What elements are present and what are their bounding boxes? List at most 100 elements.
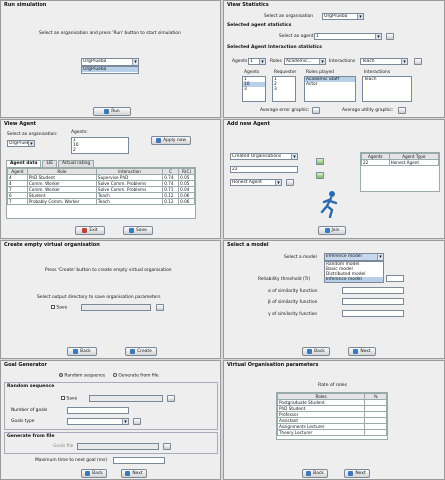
va-agents-list[interactable]: 1 10 2: [71, 137, 129, 154]
run-button[interactable]: Run: [93, 107, 131, 116]
goals-file-browse-button[interactable]: [163, 443, 171, 450]
alpha-label: α of similarity function: [268, 289, 318, 294]
next-button[interactable]: Next: [344, 469, 370, 478]
max-time-field[interactable]: [113, 457, 165, 464]
panel-title: Virtual Organisation parameters: [227, 362, 319, 368]
table-row[interactable]: 6 Student Teach 0.12 0.06: [7, 192, 195, 199]
random-sequence-radio[interactable]: Random sequence: [59, 373, 105, 379]
table-row[interactable]: 4 PhD Student Supervise PhD 0.74 0.05: [7, 174, 195, 181]
table-row[interactable]: 4 Comm. Worker Solve Comm. Problems 0.74 0.0…: [7, 180, 195, 187]
tab-lie[interactable]: LIE: [42, 160, 57, 167]
checkbox-box[interactable]: [51, 305, 55, 309]
agent-type-select[interactable]: Honest Agent: [230, 179, 282, 186]
radio-label: Generate from file: [118, 373, 159, 379]
beta-field[interactable]: [342, 298, 404, 305]
agents-filter-label: Agents: [232, 59, 248, 64]
save-button[interactable]: Save: [123, 226, 153, 235]
average-utility-button[interactable]: [398, 107, 406, 114]
table-row[interactable]: 7 Probably Comm. Worker Teach 0.12 0.06: [7, 198, 195, 205]
remove-arrow-button[interactable]: [316, 172, 324, 179]
checkbox-box[interactable]: [61, 396, 65, 400]
cell[interactable]: [364, 429, 387, 436]
interactions-list[interactable]: Teach: [362, 76, 412, 102]
back-label: Back: [80, 349, 91, 354]
browse-dir-button[interactable]: [156, 304, 164, 311]
output-dir-field[interactable]: [81, 304, 151, 311]
cell: Probably Comm. Worker: [26, 198, 97, 205]
model-select[interactable]: Inference model: [324, 253, 384, 261]
goal-save-checkbox[interactable]: Save: [61, 396, 77, 402]
join-label: Join: [331, 228, 340, 233]
alpha-field[interactable]: [342, 287, 404, 294]
goal-save-path-field[interactable]: [89, 395, 163, 402]
add-arrow-button[interactable]: [316, 158, 324, 165]
from-file-radio[interactable]: Generate from file: [113, 373, 159, 379]
agent-chart-button[interactable]: [386, 33, 394, 40]
stats-organisation-select[interactable]: OrgPrueba: [322, 13, 364, 20]
next-arrow-icon: [348, 471, 354, 476]
va-organisation-select[interactable]: OrgPrueba: [7, 140, 35, 147]
list-item[interactable]: Teach: [363, 77, 411, 82]
agent-count-field[interactable]: 22: [230, 166, 298, 173]
table-row[interactable]: 7 Comm. Worker Solve Comm. Problems 0.71 0.0…: [7, 186, 195, 193]
apply-now-button[interactable]: Apply now: [151, 136, 191, 145]
roles-played-list[interactable]: Academic Staff Actor: [304, 76, 356, 102]
back-button[interactable]: Back: [67, 347, 97, 356]
gamma-label: γ of similarity function: [268, 312, 318, 317]
back-button[interactable]: Back: [302, 347, 330, 356]
exit-button[interactable]: Exit: [75, 226, 105, 235]
save-checkbox[interactable]: Save: [51, 305, 67, 311]
agents-table: Agents Agent Type 22 Honest Agent: [361, 153, 440, 166]
created-organisations-select[interactable]: Created Organisations: [230, 153, 298, 160]
average-error-button[interactable]: [312, 107, 320, 114]
join-button[interactable]: Join: [318, 226, 346, 235]
radio-dot[interactable]: [113, 373, 117, 377]
goal-browse-button[interactable]: [167, 395, 175, 402]
num-goals-label: Number of goals: [11, 408, 48, 413]
run-simulation-panel: Run simulation Select an organisation an…: [0, 0, 221, 118]
model-dropdown[interactable]: Random model Basic model Distributed mod…: [324, 261, 384, 283]
table-row[interactable]: 22 Honest Agent: [361, 159, 440, 166]
gamma-field[interactable]: [342, 310, 404, 317]
requester-list[interactable]: 1 2 3: [272, 76, 296, 102]
next-button[interactable]: Next: [348, 347, 376, 356]
back-label: Back: [313, 471, 324, 476]
stats-agent-select[interactable]: 1: [314, 33, 382, 40]
run-instruction: Select an organisation and press 'Run' b…: [39, 31, 181, 36]
model-option[interactable]: Inference model: [325, 277, 383, 282]
list-item[interactable]: Actor: [305, 82, 355, 87]
agents-list[interactable]: 1 10 3: [242, 76, 266, 102]
radio-dot[interactable]: [59, 373, 63, 377]
next-button[interactable]: Next: [121, 469, 147, 478]
reliability-field[interactable]: [386, 275, 404, 282]
list-item[interactable]: 3: [273, 87, 295, 92]
roles-filter-select[interactable]: Academic...: [284, 58, 326, 65]
tab-agent-data[interactable]: Agent data: [6, 160, 42, 167]
organisation-select[interactable]: OrgPrueba: [81, 58, 139, 66]
add-type-button[interactable]: [286, 179, 294, 186]
cell: Theory Lecturer: [276, 429, 366, 436]
goals-type-button[interactable]: [133, 418, 141, 425]
tab-actual-rating[interactable]: Actual rating: [57, 160, 95, 167]
dropdown-option[interactable]: OrgPrueba: [82, 67, 138, 72]
goals-file-field[interactable]: [77, 443, 159, 450]
list-item[interactable]: 2: [72, 148, 128, 153]
goals-type-select[interactable]: [67, 418, 129, 425]
back-label: Back: [92, 471, 103, 476]
create-org-panel: Create empty virtual organisation Press …: [0, 240, 221, 359]
goal-generator-panel: Goal Generator Random sequence Generate …: [0, 360, 221, 480]
agents-filter-select[interactable]: 1: [248, 58, 266, 65]
back-button[interactable]: Back: [302, 469, 328, 478]
interaction-section-title: Selected Agent Interaction statistics: [227, 45, 322, 50]
table-row[interactable]: Theory Lecturer: [276, 429, 387, 436]
run-button-label: Run: [111, 109, 120, 114]
max-time-label: Maximum time to next goal (ms): [35, 458, 108, 463]
interactions-filter-select[interactable]: Teach: [360, 58, 408, 65]
list-item[interactable]: 3: [243, 87, 265, 92]
num-goals-field[interactable]: [67, 407, 129, 414]
create-label: Create: [137, 349, 152, 354]
create-button[interactable]: Create: [125, 347, 157, 356]
organisation-dropdown[interactable]: OrgPrueba: [81, 66, 139, 74]
interaction-chart-button[interactable]: [414, 58, 422, 65]
back-button[interactable]: Back: [81, 469, 107, 478]
